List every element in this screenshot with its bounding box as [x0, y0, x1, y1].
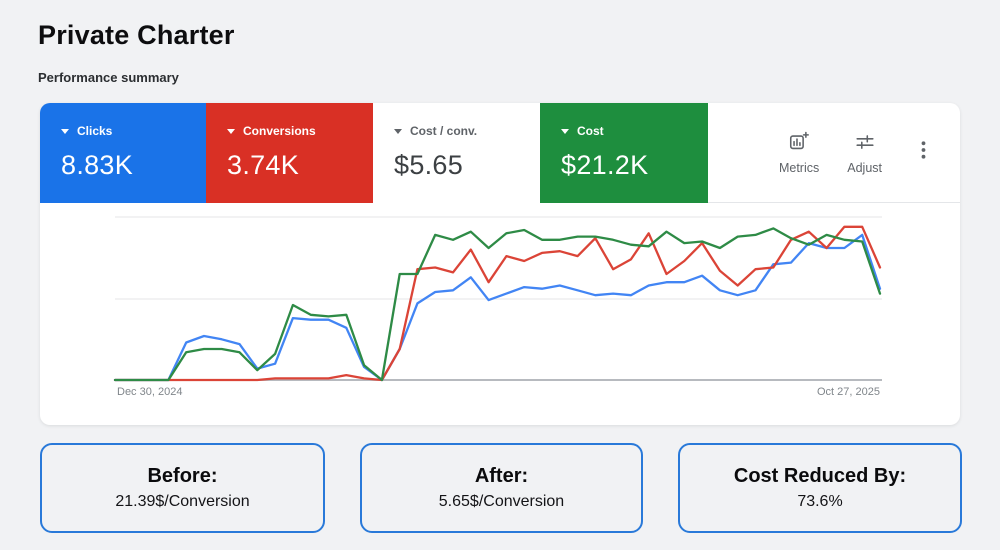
metric-card-conversions[interactable]: Conversions 3.74K [206, 103, 373, 203]
metrics-button[interactable]: Metrics [779, 131, 819, 175]
summary-boxes-row: Before: 21.39$/Conversion After: 5.65$/C… [40, 443, 962, 533]
summary-box-value: 21.39$/Conversion [115, 493, 250, 510]
summary-box-before: Before: 21.39$/Conversion [40, 443, 325, 533]
metric-value: $21.2K [561, 150, 649, 180]
x-axis-end-label: Oct 27, 2025 [817, 386, 880, 398]
metrics-chart-plus-icon [788, 131, 810, 156]
performance-summary-label: Performance summary [38, 70, 179, 85]
summary-box-title: Cost Reduced By: [733, 465, 907, 487]
chevron-down-icon [561, 128, 569, 134]
summary-box-title: Before: [147, 465, 218, 487]
summary-box-value: 73.6% [797, 493, 843, 510]
metric-value: 3.74K [227, 150, 300, 180]
metric-card-label-row: Cost / conv. [394, 124, 540, 138]
metric-label: Cost / conv. [410, 124, 478, 138]
metric-label: Clicks [77, 124, 113, 138]
performance-panel: Clicks 8.83K Conversions 3.74K Cost / co… [40, 103, 960, 425]
metric-value: 8.83K [61, 150, 134, 180]
summary-box-after: After: 5.65$/Conversion [360, 443, 643, 533]
metric-card-clicks[interactable]: Clicks 8.83K [40, 103, 206, 203]
more-options-button[interactable] [912, 135, 934, 171]
chart-toolbar: Metrics Adjust [779, 103, 960, 202]
summary-box-title: After: [474, 465, 529, 487]
performance-chart[interactable]: Dec 30, 2024 Oct 27, 2025 [40, 203, 960, 425]
x-axis-start-label: Dec 30, 2024 [117, 386, 183, 398]
summary-box-cost-reduced: Cost Reduced By: 73.6% [678, 443, 962, 533]
metric-card-label-row: Clicks [61, 124, 206, 138]
metric-card-cost[interactable]: Cost $21.2K [540, 103, 708, 203]
adjust-button[interactable]: Adjust [847, 131, 882, 175]
metric-card-label-row: Conversions [227, 124, 373, 138]
metrics-button-label: Metrics [778, 160, 820, 175]
metric-label: Conversions [243, 124, 316, 138]
metric-card-label-row: Cost [561, 124, 708, 138]
kebab-menu-icon [921, 141, 926, 164]
metric-value: $5.65 [394, 150, 464, 180]
sliders-icon [854, 131, 876, 156]
chevron-down-icon [61, 128, 69, 134]
metric-label: Cost [577, 124, 604, 138]
adjust-button-label: Adjust [847, 160, 882, 175]
metric-cards-row: Clicks 8.83K Conversions 3.74K Cost / co… [40, 103, 960, 203]
summary-box-value: 5.65$/Conversion [438, 493, 565, 510]
chevron-down-icon [394, 128, 402, 134]
metric-card-cost-per-conv[interactable]: Cost / conv. $5.65 [373, 103, 540, 203]
chevron-down-icon [227, 128, 235, 134]
page-title: Private Charter [38, 20, 235, 50]
